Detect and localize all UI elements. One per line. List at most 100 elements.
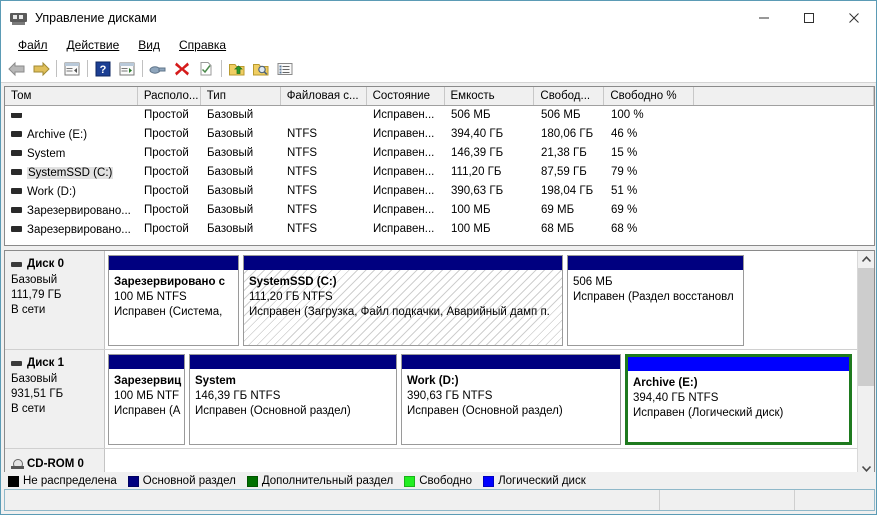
legend-label: Логический диск: [498, 475, 586, 487]
partition-size-label: 390,63 ГБ NTFS: [407, 389, 616, 404]
column-header-4[interactable]: Состояние: [367, 87, 445, 105]
disk-row[interactable]: Диск 0Базовый111,79 ГБВ сетиЗарезервиров…: [5, 251, 859, 350]
show-hide-console-tree-icon[interactable]: [115, 57, 139, 81]
disk-state-label: В сети: [11, 402, 104, 417]
legend-swatch: [404, 476, 415, 487]
legend-swatch: [247, 476, 258, 487]
cell-capacity: 390,63 ГБ: [445, 182, 535, 201]
disk-type-label: Базовый: [11, 273, 104, 288]
volume-name-cell[interactable]: [5, 113, 138, 119]
window-title: Управление дисками: [35, 11, 157, 25]
menu-help[interactable]: Справка: [170, 37, 236, 53]
export-list-icon[interactable]: [225, 57, 249, 81]
legend-item: Логический диск: [483, 475, 586, 487]
title-bar: Управление дисками: [1, 1, 876, 35]
column-header-0[interactable]: Том: [5, 87, 138, 105]
scroll-thumb[interactable]: [858, 268, 875, 386]
menu-file[interactable]: Файл: [9, 37, 58, 53]
up-level-icon[interactable]: [60, 57, 84, 81]
volume-icon: [11, 207, 22, 213]
column-header-8[interactable]: [694, 87, 874, 105]
disk-management-window: Управление дисками Файл Действие Вид Спр…: [0, 0, 877, 515]
menu-help-label: Справка: [179, 38, 226, 52]
column-header-6[interactable]: Свобод...: [534, 87, 604, 105]
partition-size-label: 394,40 ГБ NTFS: [633, 391, 845, 406]
volume-name-label: SystemSSD (C:): [27, 167, 113, 179]
legend-swatch: [8, 476, 19, 487]
menu-view[interactable]: Вид: [129, 37, 170, 53]
column-header-2[interactable]: Тип: [201, 87, 281, 105]
disk-info-panel[interactable]: Диск 0Базовый111,79 ГБВ сети: [5, 251, 105, 349]
delete-icon[interactable]: [170, 57, 194, 81]
partition-status-label: Исправен (Раздел восстановл: [573, 290, 739, 305]
cell-free: 68 МБ: [535, 220, 605, 239]
volume-list-header: ТомРасполо...ТипФайловая с...СостояниеЕм…: [5, 87, 874, 106]
partition-block[interactable]: 506 МБИсправен (Раздел восстановл: [567, 255, 744, 346]
close-button[interactable]: [831, 1, 876, 35]
table-row[interactable]: ПростойБазовыйИсправен...506 МБ506 МБ100…: [5, 106, 874, 125]
graphical-view-scrollbar[interactable]: [857, 251, 874, 477]
partition-block[interactable]: SystemSSD (C:)111,20 ГБ NTFSИсправен (За…: [243, 255, 563, 346]
partition-block[interactable]: Archive (E:)394,40 ГБ NTFSИсправен (Логи…: [625, 354, 852, 445]
partition-block[interactable]: Зарезервиц100 МБ NTFИсправен (А: [108, 354, 185, 445]
legend-swatch: [128, 476, 139, 487]
table-row[interactable]: Archive (E:)ПростойБазовыйNTFSИсправен..…: [5, 125, 874, 144]
maximize-button[interactable]: [786, 1, 831, 35]
table-row[interactable]: Work (D:)ПростойБазовыйNTFSИсправен...39…: [5, 182, 874, 201]
disk-size-label: 931,51 ГБ: [11, 387, 104, 402]
volume-name-cell[interactable]: Work (D:): [5, 186, 138, 198]
legend-label: Свободно: [419, 475, 472, 487]
menu-file-label: Файл: [18, 38, 48, 52]
table-row[interactable]: SystemПростойБазовыйNTFSИсправен...146,3…: [5, 144, 874, 163]
menu-action-label: Действие: [67, 38, 120, 52]
cell-free_pct: 46 %: [605, 125, 695, 144]
volume-name-cell[interactable]: Archive (E:): [5, 129, 138, 141]
volume-name-cell[interactable]: SystemSSD (C:): [5, 167, 138, 179]
cell-status: Исправен...: [367, 182, 445, 201]
rescan-disks-icon[interactable]: [249, 57, 273, 81]
properties-icon[interactable]: [194, 57, 218, 81]
menu-action[interactable]: Действие: [58, 37, 130, 53]
cell-type: Базовый: [201, 220, 281, 239]
forward-arrow-icon[interactable]: [29, 57, 53, 81]
legend-swatch: [483, 476, 494, 487]
volume-name-cell[interactable]: Зарезервировано...: [5, 224, 138, 236]
partition-status-label: Исправен (Основной раздел): [195, 404, 392, 419]
table-row[interactable]: Зарезервировано...ПростойБазовыйNTFSИспр…: [5, 220, 874, 239]
back-arrow-icon[interactable]: [5, 57, 29, 81]
cell-status: Исправен...: [367, 125, 445, 144]
table-row[interactable]: SystemSSD (C:)ПростойБазовыйNTFSИсправен…: [5, 163, 874, 182]
partition-block[interactable]: Work (D:)390,63 ГБ NTFSИсправен (Основно…: [401, 354, 621, 445]
minimize-button[interactable]: [741, 1, 786, 35]
cell-free: 198,04 ГБ: [535, 182, 605, 201]
column-header-5[interactable]: Емкость: [445, 87, 535, 105]
volume-icon: [11, 169, 22, 175]
column-header-3[interactable]: Файловая с...: [281, 87, 367, 105]
view-list-icon[interactable]: [273, 57, 297, 81]
cell-free_pct: 51 %: [605, 182, 695, 201]
disk-title: Диск 1: [11, 356, 104, 371]
disk-info-panel[interactable]: Диск 1Базовый931,51 ГБВ сети: [5, 350, 105, 448]
column-header-1[interactable]: Располо...: [138, 87, 201, 105]
partition-size-label: 506 МБ: [573, 275, 739, 290]
scroll-up-arrow-icon[interactable]: [858, 251, 875, 268]
disk-title: Диск 0: [11, 257, 104, 272]
partition-details: SystemSSD (C:)111,20 ГБ NTFSИсправен (За…: [244, 270, 562, 345]
partition-strip: Зарезервировано с100 МБ NTFSИсправен (Си…: [105, 251, 859, 349]
disk-size-label: 111,79 ГБ: [11, 288, 104, 303]
partition-block[interactable]: System146,39 ГБ NTFSИсправен (Основной р…: [189, 354, 397, 445]
refresh-icon[interactable]: [146, 57, 170, 81]
partition-details: System146,39 ГБ NTFSИсправен (Основной р…: [190, 369, 396, 444]
help-icon[interactable]: ?: [91, 57, 115, 81]
legend-item: Не распределена: [8, 475, 117, 487]
cd-rom-icon: [11, 459, 24, 470]
partition-block[interactable]: Зарезервировано с100 МБ NTFSИсправен (Си…: [108, 255, 239, 346]
disk-row[interactable]: Диск 1Базовый931,51 ГБВ сетиЗарезервиц10…: [5, 350, 859, 449]
cell-capacity: 100 МБ: [445, 220, 535, 239]
table-row[interactable]: Зарезервировано...ПростойБазовыйNTFSИспр…: [5, 201, 874, 220]
volume-name-cell[interactable]: System: [5, 148, 138, 160]
cell-layout: Простой: [138, 182, 201, 201]
volume-name-label: Work (D:): [27, 186, 76, 198]
volume-name-cell[interactable]: Зарезервировано...: [5, 205, 138, 217]
column-header-7[interactable]: Свободно %: [604, 87, 694, 105]
